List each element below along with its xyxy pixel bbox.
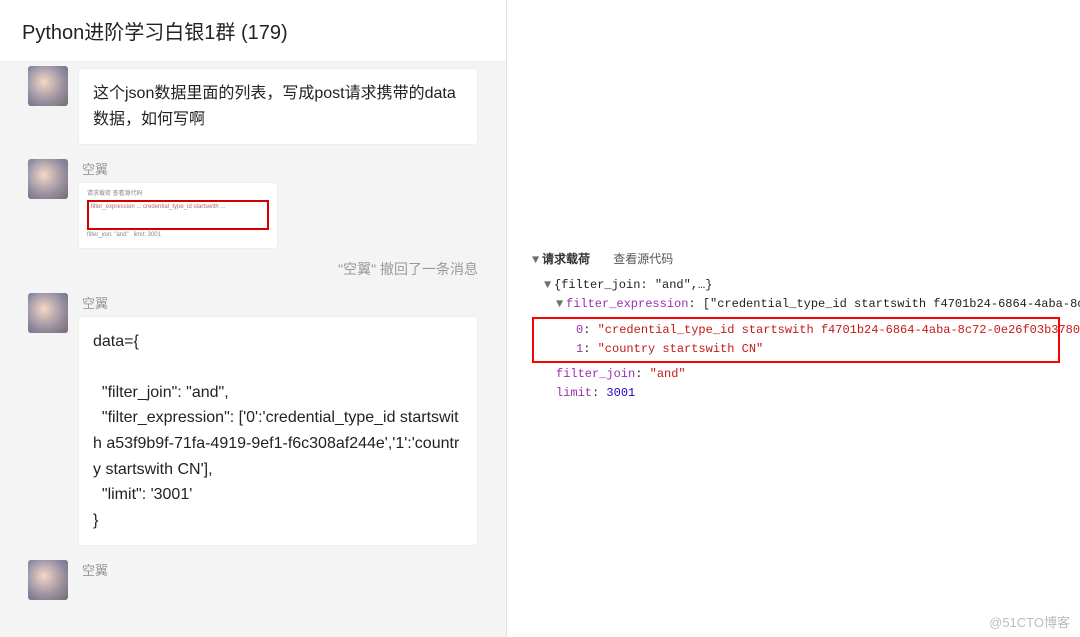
chat-body[interactable]: 这个json数据里面的列表，写成post请求携带的data数据，如何写啊 空翼 … <box>0 62 506 637</box>
tab-view-source[interactable]: 查看源代码 <box>613 250 673 269</box>
devtools-panel: ▼请求载荷 查看源代码 ▼{filter_join: "and",…} ▼fil… <box>507 0 1080 637</box>
chevron-down-icon[interactable]: ▼ <box>532 251 542 270</box>
recall-notice: "空翼" 撤回了一条消息 <box>10 249 496 285</box>
highlighted-rows: 0: "credential_type_id startswith f4701b… <box>532 317 1060 363</box>
chat-message: 空翼 data={ "filter_join": "and", "filter_… <box>10 293 496 547</box>
tab-request-payload[interactable]: 请求载荷 <box>542 250 590 269</box>
sender-name: 空翼 <box>82 293 496 312</box>
tree-row[interactable]: 1: "country startswith CN" <box>540 340 1052 359</box>
tree-row[interactable]: limit: 3001 <box>532 384 1060 403</box>
avatar[interactable] <box>28 560 68 600</box>
chat-title: Python进阶学习白银1群 (179) <box>0 0 506 62</box>
image-thumbnail[interactable]: 请求载荷 查看源代码 filter_expression ... credent… <box>78 182 278 248</box>
tree-row[interactable]: filter_join: "and" <box>532 365 1060 384</box>
avatar[interactable] <box>28 293 68 333</box>
avatar[interactable] <box>28 159 68 199</box>
tree-row[interactable]: ▼filter_expression: ["credential_type_id… <box>532 295 1060 314</box>
payload-tree[interactable]: ▼请求载荷 查看源代码 ▼{filter_join: "and",…} ▼fil… <box>532 250 1060 403</box>
tree-row[interactable]: 0: "credential_type_id startswith f4701b… <box>540 321 1052 340</box>
sender-name: 空翼 <box>82 560 496 579</box>
devtools-tabs: ▼请求载荷 查看源代码 <box>532 250 1060 270</box>
watermark: @51CTO博客 <box>989 612 1070 631</box>
tree-row[interactable]: ▼{filter_join: "and",…} <box>532 276 1060 295</box>
avatar[interactable] <box>28 66 68 106</box>
message-bubble[interactable]: data={ "filter_join": "and", "filter_exp… <box>78 316 478 547</box>
chat-message: 这个json数据里面的列表，写成post请求携带的data数据，如何写啊 <box>10 66 496 145</box>
chevron-down-icon: ▼ <box>556 295 566 314</box>
chat-message: 空翼 <box>10 560 496 600</box>
chevron-down-icon: ▼ <box>544 276 554 295</box>
chat-message: 空翼 请求载荷 查看源代码 filter_expression ... cred… <box>10 159 496 248</box>
message-bubble[interactable]: 这个json数据里面的列表，写成post请求携带的data数据，如何写啊 <box>78 68 478 145</box>
chat-panel: Python进阶学习白银1群 (179) 这个json数据里面的列表，写成pos… <box>0 0 507 637</box>
sender-name: 空翼 <box>82 159 496 178</box>
